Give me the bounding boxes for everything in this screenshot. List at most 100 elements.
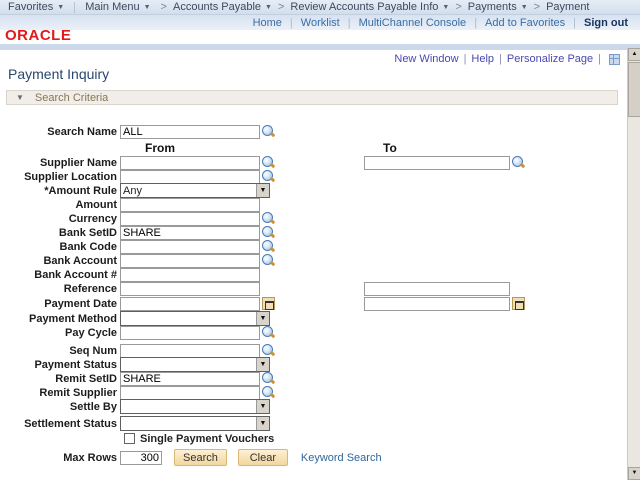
bank-setid-input[interactable] bbox=[120, 226, 260, 240]
chevron-down-icon: ▼ bbox=[442, 4, 449, 11]
crumb-label: Accounts Payable bbox=[173, 1, 261, 13]
remit-setid-input[interactable] bbox=[120, 372, 260, 386]
favorites-label: Favorites bbox=[8, 1, 53, 13]
pay-cycle-row: Pay Cycle bbox=[0, 325, 275, 340]
bank-account-input[interactable] bbox=[120, 254, 260, 268]
chevron-down-icon: ▼ bbox=[256, 184, 269, 197]
search-name-lookup-icon[interactable] bbox=[262, 125, 275, 138]
breadcrumb-payments[interactable]: Payments ▼ bbox=[466, 1, 530, 13]
amount-rule-value: Any bbox=[121, 185, 142, 197]
supplier-name-from-input[interactable] bbox=[120, 156, 260, 170]
supplier-location-lookup-icon[interactable] bbox=[262, 170, 275, 183]
settlement-status-row: Settlement Status ▼ bbox=[0, 416, 270, 431]
supplier-name-to-input[interactable] bbox=[364, 156, 510, 170]
remit-setid-lookup-icon[interactable] bbox=[262, 372, 275, 385]
payment-status-select[interactable]: ▼ bbox=[120, 357, 270, 372]
supplier-location-input[interactable] bbox=[120, 170, 260, 184]
supplier-name-from-lookup-icon[interactable] bbox=[262, 156, 275, 169]
breadcrumb-separator: > bbox=[534, 1, 540, 13]
chevron-down-icon: ▼ bbox=[256, 400, 269, 413]
settlement-status-label: Settlement Status bbox=[0, 418, 120, 430]
remit-supplier-input[interactable] bbox=[120, 386, 260, 400]
settle-by-row: Settle By ▼ bbox=[0, 399, 270, 414]
main-menu[interactable]: Main Menu ▼ bbox=[79, 1, 156, 13]
bank-account-row: Bank Account bbox=[0, 253, 275, 268]
seq-num-input[interactable] bbox=[120, 344, 260, 358]
nav-worklist-link[interactable]: Worklist bbox=[301, 17, 340, 29]
bank-code-input[interactable] bbox=[120, 240, 260, 254]
oracle-logo: ORACLE bbox=[5, 27, 71, 44]
scroll-down-icon[interactable]: ▼ bbox=[628, 467, 640, 480]
crumb-label: Review Accounts Payable Info bbox=[290, 1, 438, 13]
payment-method-row: Payment Method ▼ bbox=[0, 311, 270, 326]
pay-cycle-input[interactable] bbox=[120, 326, 260, 340]
seq-num-lookup-icon[interactable] bbox=[262, 344, 275, 357]
divider: | bbox=[573, 17, 576, 29]
bank-account-num-input[interactable] bbox=[120, 268, 260, 282]
seq-num-row: Seq Num bbox=[0, 343, 275, 358]
vertical-scrollbar[interactable]: ▲ ▼ bbox=[627, 48, 640, 480]
bank-setid-lookup-icon[interactable] bbox=[262, 226, 275, 239]
chevron-down-icon: ▼ bbox=[144, 4, 151, 11]
sign-out-link[interactable]: Sign out bbox=[584, 17, 628, 29]
nav-multichannel-console-link[interactable]: MultiChannel Console bbox=[359, 17, 467, 29]
bank-account-lookup-icon[interactable] bbox=[262, 254, 275, 267]
chevron-down-icon: ▼ bbox=[256, 312, 269, 325]
nav-home-link[interactable]: Home bbox=[253, 17, 282, 29]
payment-date-to-calendar-icon[interactable] bbox=[512, 297, 525, 310]
remit-setid-label: Remit SetID bbox=[0, 373, 120, 385]
payment-method-select[interactable]: ▼ bbox=[120, 311, 270, 326]
pay-cycle-label: Pay Cycle bbox=[0, 327, 120, 339]
crumb-label: Payment bbox=[546, 1, 589, 13]
favorites-menu[interactable]: Favorites ▼ bbox=[0, 1, 70, 13]
currency-lookup-icon[interactable] bbox=[262, 212, 275, 225]
clear-button[interactable]: Clear bbox=[238, 449, 288, 466]
breadcrumb-accounts-payable[interactable]: Accounts Payable ▼ bbox=[171, 1, 274, 13]
currency-input[interactable] bbox=[120, 212, 260, 226]
bank-code-label: Bank Code bbox=[0, 241, 120, 253]
single-payment-vouchers-checkbox[interactable] bbox=[124, 433, 135, 444]
search-name-input[interactable] bbox=[120, 125, 260, 139]
search-criteria-section-header[interactable]: ▼ Search Criteria bbox=[6, 90, 618, 105]
seq-num-label: Seq Num bbox=[0, 345, 120, 357]
remit-supplier-lookup-icon[interactable] bbox=[262, 386, 275, 399]
reference-from-input[interactable] bbox=[120, 282, 260, 296]
settle-by-label: Settle By bbox=[0, 401, 120, 413]
breadcrumb-payment: Payment bbox=[544, 1, 591, 13]
divider: | bbox=[474, 17, 477, 29]
max-rows-input[interactable] bbox=[120, 451, 162, 465]
payment-date-from-calendar-icon[interactable] bbox=[262, 297, 275, 310]
search-button[interactable]: Search bbox=[174, 449, 227, 466]
personalize-layout-icon[interactable] bbox=[609, 54, 620, 65]
scrollbar-thumb[interactable] bbox=[628, 62, 640, 117]
help-link[interactable]: Help bbox=[471, 53, 494, 65]
collapse-triangle-icon[interactable]: ▼ bbox=[16, 94, 24, 102]
bank-setid-row: Bank SetID bbox=[0, 225, 275, 240]
settlement-status-select[interactable]: ▼ bbox=[120, 416, 270, 431]
supplier-name-to-lookup-icon[interactable] bbox=[512, 156, 525, 169]
breadcrumb-separator: > bbox=[161, 1, 167, 13]
payment-date-from-input[interactable] bbox=[120, 297, 260, 311]
reference-to-input[interactable] bbox=[364, 282, 510, 296]
new-window-link[interactable]: New Window bbox=[394, 53, 458, 65]
supplier-location-row: Supplier Location bbox=[0, 169, 275, 184]
payment-method-label: Payment Method bbox=[0, 313, 120, 325]
supplier-name-label: Supplier Name bbox=[0, 157, 120, 169]
pay-cycle-lookup-icon[interactable] bbox=[262, 326, 275, 339]
breadcrumb: Favorites ▼ Main Menu ▼ > Accounts Payab… bbox=[0, 0, 640, 15]
amount-input[interactable] bbox=[120, 198, 260, 212]
breadcrumb-review-ap-info[interactable]: Review Accounts Payable Info ▼ bbox=[288, 1, 451, 13]
keyword-search-link[interactable]: Keyword Search bbox=[301, 452, 382, 464]
scroll-up-icon[interactable]: ▲ bbox=[628, 48, 640, 61]
divider: | bbox=[499, 53, 502, 65]
max-rows-label: Max Rows bbox=[0, 452, 120, 464]
currency-row: Currency bbox=[0, 211, 275, 226]
bank-code-lookup-icon[interactable] bbox=[262, 240, 275, 253]
nav-add-to-favorites-link[interactable]: Add to Favorites bbox=[485, 17, 565, 29]
search-name-label: Search Name bbox=[0, 126, 120, 138]
amount-rule-select[interactable]: Any ▼ bbox=[120, 183, 270, 198]
settle-by-select[interactable]: ▼ bbox=[120, 399, 270, 414]
amount-rule-row: *Amount Rule Any ▼ bbox=[0, 183, 270, 198]
payment-date-to-input[interactable] bbox=[364, 297, 510, 311]
personalize-page-link[interactable]: Personalize Page bbox=[507, 53, 593, 65]
